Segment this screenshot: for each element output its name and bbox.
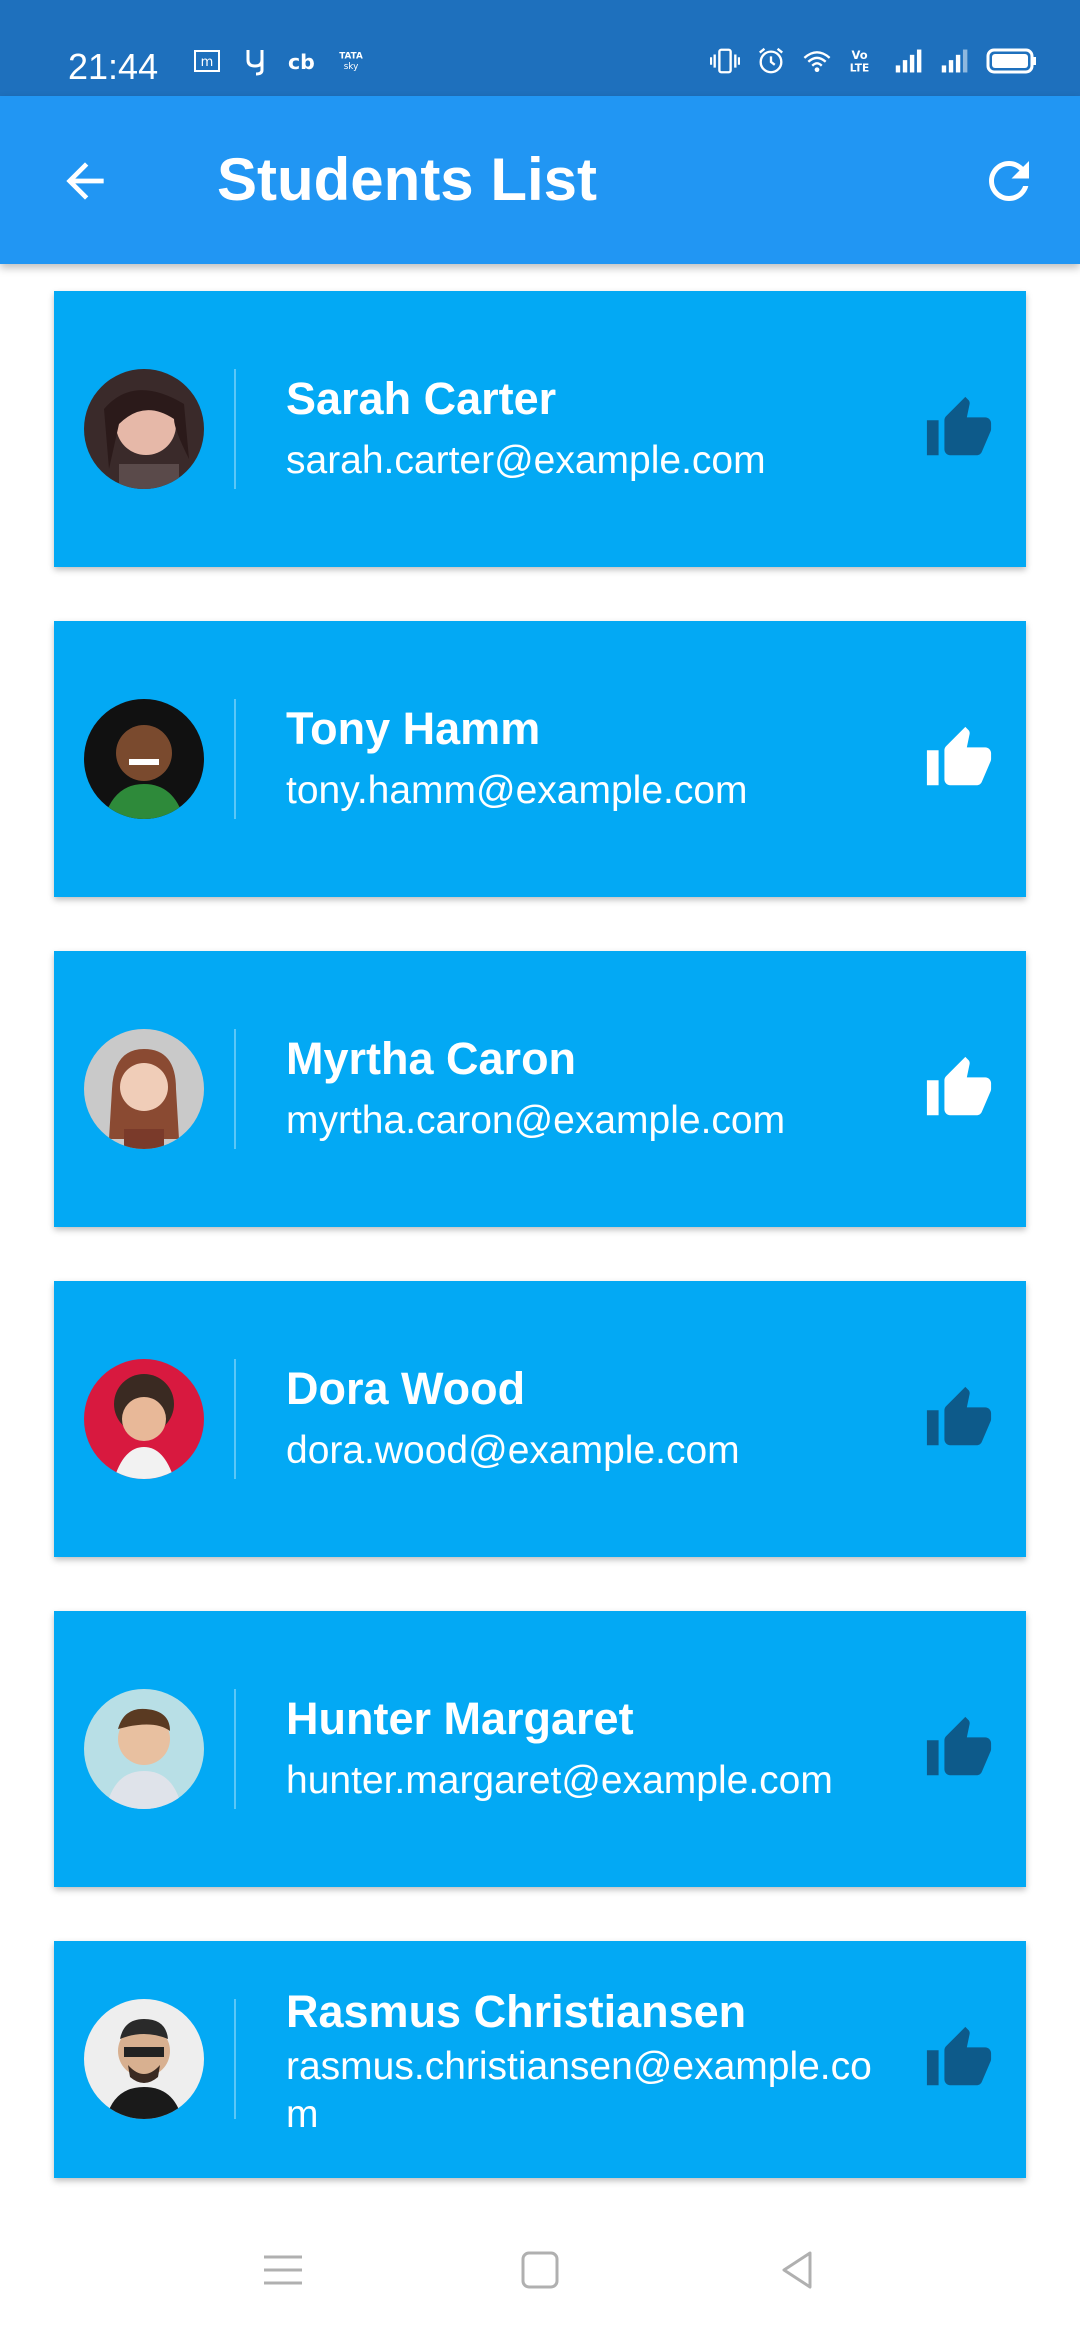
divider [234, 1029, 236, 1149]
back-button[interactable] [50, 146, 120, 216]
refresh-button[interactable] [974, 146, 1044, 216]
status-left-icons: m cb TATA sky [192, 46, 366, 76]
signal-icon [940, 46, 970, 76]
avatar [84, 1999, 204, 2119]
thumbs-up-icon [926, 2026, 992, 2086]
student-name: Hunter Margaret [286, 1693, 634, 1744]
svg-text:cb: cb [288, 50, 315, 74]
menu-button[interactable] [258, 2245, 308, 2295]
student-name: Rasmus Christiansen [286, 1986, 747, 2037]
svg-text:m: m [201, 55, 214, 70]
divider [234, 1689, 236, 1809]
y-app-icon [240, 46, 270, 76]
like-button[interactable] [924, 394, 994, 464]
student-name: Dora Wood [286, 1363, 526, 1414]
svg-text:TATA: TATA [339, 51, 363, 61]
cb-app-icon: cb [288, 46, 318, 76]
like-button[interactable] [924, 2024, 994, 2094]
like-button[interactable] [924, 1714, 994, 1784]
student-email: rasmus.christiansen@example.com [286, 2045, 872, 2136]
divider [234, 369, 236, 489]
menu-icon [264, 2255, 302, 2285]
volte-icon: Vo LTE [848, 46, 878, 76]
app-bar: Students List [0, 96, 1080, 264]
battery-icon [986, 46, 1038, 76]
student-card[interactable]: Hunter Margaret hunter.margaret@example.… [54, 1611, 1026, 1887]
svg-text:Vo: Vo [852, 48, 868, 62]
like-button[interactable] [924, 1384, 994, 1454]
vibrate-icon [710, 46, 740, 76]
avatar [84, 699, 204, 819]
like-button[interactable] [924, 1054, 994, 1124]
svg-text:LTE: LTE [850, 63, 869, 75]
avatar [84, 1359, 204, 1479]
wifi-icon [802, 46, 832, 76]
avatar [84, 1029, 204, 1149]
svg-text:sky: sky [344, 62, 359, 72]
status-right-icons: Vo LTE [710, 46, 1038, 76]
alarm-icon [756, 46, 786, 76]
signal-icon [894, 46, 924, 76]
back-triangle-icon [782, 2251, 812, 2289]
student-name: Myrtha Caron [286, 1033, 577, 1084]
student-card[interactable]: Rasmus Christiansen rasmus.christiansen@… [54, 1941, 1026, 2178]
student-email: dora.wood@example.com [286, 1429, 740, 1472]
status-time: 21:44 [68, 46, 159, 87]
tata-sky-icon: TATA sky [336, 46, 366, 76]
system-nav-bar [0, 2200, 1080, 2340]
thumbs-up-icon [926, 1056, 992, 1116]
thumbs-up-icon [926, 1716, 992, 1776]
student-card[interactable]: Tony Hamm tony.hamm@example.com [54, 621, 1026, 897]
refresh-icon [989, 161, 1029, 201]
thumbs-up-icon [926, 1386, 992, 1446]
avatar [84, 1689, 204, 1809]
thumbs-up-icon [926, 726, 992, 786]
divider [234, 699, 236, 819]
page-title: Students List [217, 146, 598, 213]
students-list: Sarah Carter sarah.carter@example.com To… [54, 291, 1026, 2232]
divider [234, 1999, 236, 2119]
like-button[interactable] [924, 724, 994, 794]
student-card[interactable]: Sarah Carter sarah.carter@example.com [54, 291, 1026, 567]
student-email: hunter.margaret@example.com [286, 1759, 833, 1802]
student-card[interactable]: Myrtha Caron myrtha.caron@example.com [54, 951, 1026, 1227]
student-email: tony.hamm@example.com [286, 769, 748, 812]
student-name: Tony Hamm [286, 703, 541, 754]
divider [234, 1359, 236, 1479]
student-card[interactable]: Dora Wood dora.wood@example.com [54, 1281, 1026, 1557]
status-bar: 21:44 m cb TATA sky Vo LTE [0, 0, 1080, 96]
arrow-back-icon [66, 162, 104, 200]
student-email: myrtha.caron@example.com [286, 1099, 786, 1142]
home-button[interactable] [515, 2245, 565, 2295]
thumbs-up-icon [926, 396, 992, 456]
home-square-icon [521, 2251, 559, 2289]
student-name: Sarah Carter [286, 373, 557, 424]
m-app-icon: m [192, 46, 222, 76]
student-email: sarah.carter@example.com [286, 439, 766, 482]
avatar [84, 369, 204, 489]
system-back-button[interactable] [772, 2245, 822, 2295]
